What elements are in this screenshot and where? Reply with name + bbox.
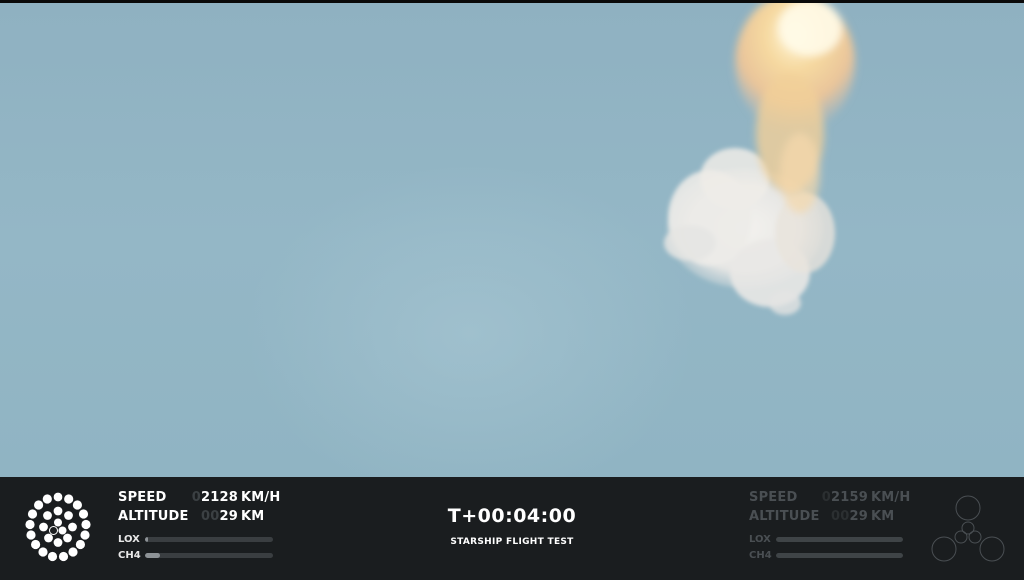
super-heavy-engines-icon (25, 492, 91, 562)
starship-engines-icon (931, 495, 1005, 562)
booster-ch4-label: CH4 (118, 550, 141, 561)
video-feed (0, 3, 1024, 477)
ship-lox-label: LOX (749, 534, 771, 545)
booster-lox-bar (145, 537, 273, 542)
ship-altitude-label: ALTITUDE (749, 509, 820, 524)
ship-lox-fill (776, 537, 903, 542)
ship-ch4-bar (776, 553, 903, 558)
explosion-plume-image (664, 3, 855, 315)
ship-speed-value: 02159 (821, 490, 868, 505)
ship-speed-unit: KM/H (871, 490, 911, 505)
ship-altitude-value: 0029 (831, 509, 868, 524)
booster-ch4-fill (145, 553, 161, 558)
booster-speed-unit: KM/H (241, 490, 281, 505)
booster-altitude-label: ALTITUDE (118, 509, 189, 524)
ship-ch4-label: CH4 (749, 550, 772, 561)
ship-lox-bar (776, 537, 903, 542)
video-frame: SPEED 02128 KM/H ALTITUDE 0029 KM LOX CH… (0, 0, 1024, 580)
booster-lox-label: LOX (118, 534, 140, 545)
telemetry-bar: SPEED 02128 KM/H ALTITUDE 0029 KM LOX CH… (0, 477, 1024, 580)
booster-speed-value: 02128 (191, 490, 238, 505)
ship-altitude-unit: KM (871, 509, 895, 524)
mission-name: STARSHIP FLIGHT TEST (450, 537, 574, 547)
booster-lox-fill (145, 537, 148, 542)
booster-altitude-unit: KM (241, 509, 265, 524)
booster-ch4-bar (145, 553, 273, 558)
ship-speed-label: SPEED (749, 490, 798, 505)
mission-clock: T+00:04:00 (447, 505, 577, 527)
booster-speed-label: SPEED (118, 490, 167, 505)
booster-altitude-value: 0029 (201, 509, 238, 524)
ship-ch4-fill (776, 553, 903, 558)
